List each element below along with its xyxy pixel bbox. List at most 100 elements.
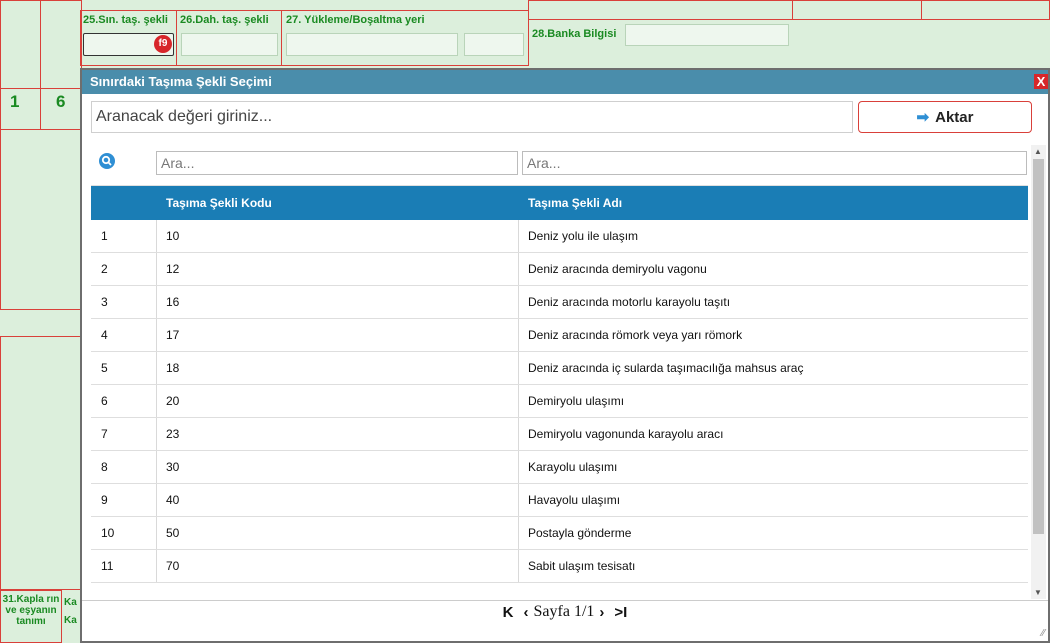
column-divider — [156, 352, 157, 384]
scroll-down-icon[interactable]: ▼ — [1034, 588, 1042, 597]
row-number: 1 — [101, 229, 108, 243]
table-row[interactable]: 3 16 Deniz aracında motorlu karayolu taşıt… — [91, 286, 1028, 319]
field-label-25: 25.Sın. taş. şekli — [83, 14, 168, 26]
grid-header: Taşıma Şekli Kodu Taşıma Şekli Adı — [91, 186, 1028, 220]
form-box-top-right — [528, 0, 1050, 20]
row-code: 30 — [166, 460, 180, 474]
column-divider — [518, 352, 519, 384]
column-divider — [156, 550, 157, 582]
field-input-28[interactable] — [625, 24, 789, 46]
grid-rows: 1 10 Deniz yolu ile ulaşım 2 12 Deniz aracınd… — [91, 220, 1028, 583]
box-number-6: 6 — [56, 92, 66, 111]
row-number: 9 — [101, 493, 108, 507]
last-page-icon[interactable]: >I — [614, 604, 627, 621]
resize-handle-icon[interactable]: ⁄⁄ — [1042, 628, 1045, 639]
row-name: Demiryolu vagonunda karayolu aracı — [528, 427, 724, 441]
table-row[interactable]: 7 23 Demiryolu vagonunda karayolu aracı — [91, 418, 1028, 451]
vertical-scrollbar[interactable]: ▲ ▼ — [1031, 145, 1046, 599]
row-code: 70 — [166, 559, 180, 573]
next-page-icon[interactable]: › — [599, 604, 604, 621]
column-divider — [156, 517, 157, 549]
table-row[interactable]: 2 12 Deniz aracında demiryolu vagonu — [91, 253, 1028, 286]
table-row[interactable]: 11 70 Sabit ulaşım tesisatı — [91, 550, 1028, 583]
row-name: Demiryolu ulaşımı — [528, 394, 625, 408]
row-code: 17 — [166, 328, 180, 342]
table-row[interactable]: 9 40 Havayolu ulaşımı — [91, 484, 1028, 517]
row-code: 16 — [166, 295, 180, 309]
filter-row — [91, 145, 1028, 186]
table-row[interactable]: 6 20 Demiryolu ulaşımı — [91, 385, 1028, 418]
table-row[interactable]: 1 10 Deniz yolu ile ulaşım — [91, 220, 1028, 253]
column-divider — [518, 484, 519, 516]
filter-name-input[interactable] — [522, 151, 1027, 175]
form-box-top-right-2 — [792, 0, 922, 20]
column-divider — [518, 418, 519, 450]
column-divider — [518, 319, 519, 351]
arrow-right-icon: ➡ — [916, 109, 930, 126]
column-divider — [518, 220, 519, 252]
transfer-button[interactable]: ➡ Aktar — [858, 101, 1032, 133]
column-header-code[interactable]: Taşıma Şekli Kodu — [156, 186, 518, 220]
field-input-27b[interactable] — [464, 33, 524, 56]
field-input-27a[interactable] — [286, 33, 458, 56]
table-row[interactable]: 4 17 Deniz aracında römork veya yarı römor… — [91, 319, 1028, 352]
row-name: Karayolu ulaşımı — [528, 460, 618, 474]
column-divider — [518, 550, 519, 582]
row-number: 6 — [101, 394, 108, 408]
column-divider — [156, 253, 157, 285]
form-box-left-lower — [0, 336, 82, 590]
column-divider — [156, 319, 157, 351]
column-header-no[interactable] — [91, 186, 156, 220]
row-number: 4 — [101, 328, 108, 342]
column-divider — [156, 286, 157, 318]
row-code: 18 — [166, 361, 180, 375]
row-name: Deniz aracında demiryolu vagonu — [528, 262, 707, 276]
row-name: Sabit ulaşım tesisatı — [528, 559, 636, 573]
row-number: 5 — [101, 361, 108, 375]
row-code: 40 — [166, 493, 180, 507]
field-label-32a: Ka — [64, 597, 77, 608]
search-input[interactable] — [91, 101, 853, 133]
column-divider — [518, 253, 519, 285]
field-label-28: 28.Banka Bilgisi — [532, 28, 617, 40]
field-label-26: 26.Dah. taş. şekli — [180, 14, 269, 26]
pager: K ‹ Sayfa 1/1 › >I — [82, 600, 1048, 623]
row-number: 3 — [101, 295, 108, 309]
row-code: 23 — [166, 427, 180, 441]
row-name: Deniz aracında römork veya yarı römork — [528, 328, 743, 342]
table-row[interactable]: 10 50 Postayla gönderme — [91, 517, 1028, 550]
row-name: Deniz yolu ile ulaşım — [528, 229, 639, 243]
row-name: Deniz aracında iç sularda taşımacılığa m… — [528, 361, 804, 375]
field-label-31: 31.Kapla rın ve eşyanın tanımı — [2, 594, 60, 627]
row-number: 2 — [101, 262, 108, 276]
row-number: 11 — [101, 559, 114, 573]
row-code: 10 — [166, 229, 180, 243]
row-code: 12 — [166, 262, 180, 276]
table-row[interactable]: 8 30 Karayolu ulaşımı — [91, 451, 1028, 484]
row-name: Postayla gönderme — [528, 526, 632, 540]
prev-page-icon[interactable]: ‹ — [524, 604, 529, 621]
table-row[interactable]: 5 18 Deniz aracında iç sularda taşımacılığ… — [91, 352, 1028, 385]
filter-code-input[interactable] — [156, 151, 518, 175]
scrollbar-thumb[interactable] — [1033, 159, 1044, 534]
column-divider — [156, 484, 157, 516]
row-name: Deniz aracında motorlu karayolu taşıtı — [528, 295, 731, 309]
dialog-title: Sınırdaki Taşıma Şekli Seçimi — [82, 70, 1048, 94]
search-icon[interactable] — [99, 153, 115, 169]
column-divider — [518, 451, 519, 483]
column-divider — [156, 385, 157, 417]
transport-mode-dialog: Sınırdaki Taşıma Şekli Seçimi X ➡ Aktar … — [80, 68, 1050, 643]
row-number: 10 — [101, 526, 115, 540]
close-icon[interactable]: X — [1034, 74, 1048, 89]
first-page-icon[interactable]: K — [503, 604, 514, 621]
row-name: Havayolu ulaşımı — [528, 493, 621, 507]
scroll-up-icon[interactable]: ▲ — [1034, 147, 1042, 156]
f9-lookup-icon[interactable]: f9 — [154, 35, 172, 53]
field-input-26[interactable] — [181, 33, 278, 56]
row-code: 20 — [166, 394, 180, 408]
column-divider — [156, 418, 157, 450]
box-number-1: 1 — [10, 92, 20, 111]
column-header-name[interactable]: Taşıma Şekli Adı — [518, 186, 1028, 220]
column-divider — [156, 451, 157, 483]
row-number: 8 — [101, 460, 108, 474]
